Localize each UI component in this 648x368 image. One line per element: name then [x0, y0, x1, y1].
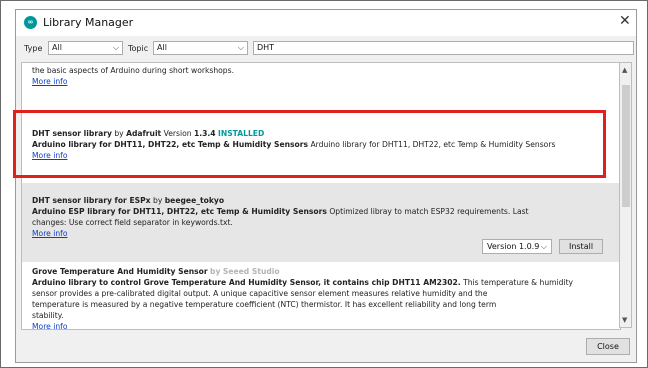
library-description: Optimized libray to match ESP32 requirem… [329, 207, 529, 216]
library-summary: Arduino ESP library for DHT11, DHT22, et… [32, 207, 327, 216]
by-text: by [210, 267, 221, 276]
library-description-continued: changes: Use correct field separator in … [32, 218, 233, 227]
topic-label: Topic [128, 44, 149, 53]
close-button[interactable]: Close [586, 338, 630, 355]
library-list[interactable]: the basic aspects of Arduino during shor… [21, 62, 621, 330]
title-bar: ∞ Library Manager ✕ [16, 10, 636, 36]
filter-bar: Type All ⌵ Topic All ⌵ DHT [16, 36, 636, 62]
chevron-down-icon: ⌵ [112, 43, 119, 52]
library-manager-dialog: ∞ Library Manager ✕ Type All ⌵ Topic All… [15, 9, 637, 363]
list-item[interactable]: Grove Temperature And Humidity Sensor by… [22, 263, 620, 329]
close-icon[interactable]: ✕ [619, 13, 631, 29]
more-info-link[interactable]: More info [32, 322, 67, 329]
library-author: beegee_tokyo [164, 196, 225, 205]
more-info-link[interactable]: More info [32, 77, 67, 86]
library-summary: Arduino library to control Grove Tempera… [32, 278, 461, 287]
highlight-annotation-box [13, 110, 606, 178]
library-name: Grove Temperature And Humidity Sensor [32, 267, 208, 276]
library-name: DHT sensor library for ESPx [32, 196, 151, 205]
chevron-down-icon: ⌵ [540, 242, 547, 251]
library-description-continued: stability. [32, 311, 64, 320]
type-label: Type [24, 44, 43, 53]
type-select[interactable]: All ⌵ [48, 41, 123, 55]
library-description-continued: temperature is measured by a negative te… [32, 300, 497, 309]
by-text: by [153, 196, 163, 205]
vertical-scrollbar[interactable]: ▲ ▼ [619, 62, 632, 328]
library-description: the basic aspects of Arduino during shor… [32, 66, 234, 75]
chevron-down-icon: ⌵ [237, 43, 244, 52]
arduino-logo-icon: ∞ [24, 16, 37, 29]
list-item[interactable]: the basic aspects of Arduino during shor… [22, 63, 620, 117]
version-select[interactable]: Version 1.0.9 ⌵ [482, 239, 552, 254]
screenshot-frame: ∞ Library Manager ✕ Type All ⌵ Topic All… [0, 0, 648, 368]
scroll-up-icon[interactable]: ▲ [622, 66, 627, 74]
window-title: Library Manager [43, 16, 134, 29]
type-select-value: All [52, 43, 62, 52]
scrollbar-thumb[interactable] [622, 85, 630, 207]
topic-select-value: All [157, 43, 167, 52]
library-description: This temperature & humidity [463, 278, 574, 287]
scroll-down-icon[interactable]: ▼ [622, 316, 627, 324]
list-item[interactable]: DHT sensor library for ESPx by beegee_to… [22, 183, 620, 262]
library-author: Seeed Studio [222, 267, 280, 276]
library-description-continued: sensor provides a pre-calibrated digital… [32, 289, 488, 298]
more-info-link[interactable]: More info [32, 229, 67, 238]
topic-select[interactable]: All ⌵ [153, 41, 248, 55]
install-button[interactable]: Install [559, 239, 603, 254]
version-select-value: Version 1.0.9 [487, 242, 540, 251]
search-input[interactable]: DHT [253, 41, 634, 55]
